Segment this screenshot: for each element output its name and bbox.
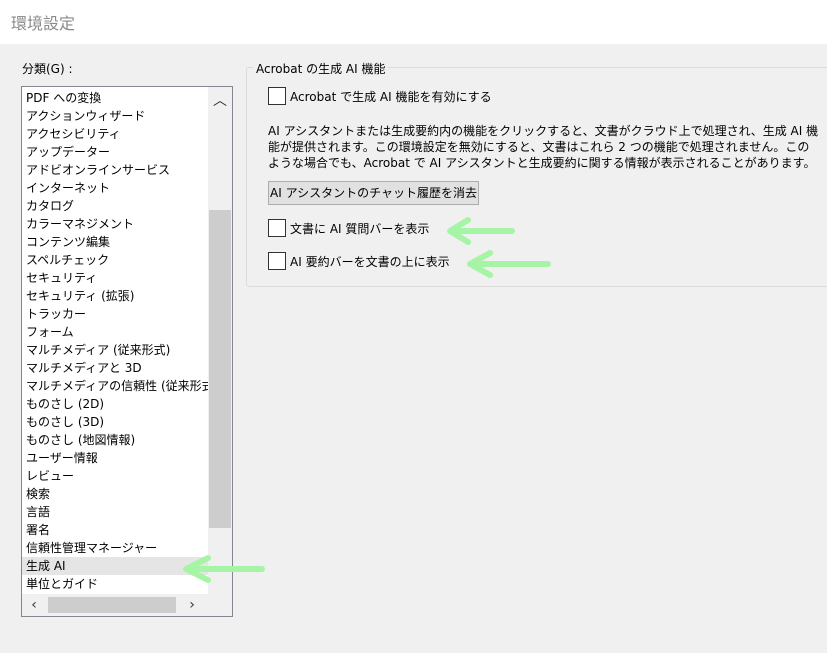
scroll-right-icon[interactable]: ›	[182, 594, 202, 616]
window-title: 環境設定	[11, 14, 76, 33]
enable-genai-checkbox[interactable]	[268, 87, 286, 105]
annotation-arrow-icon	[467, 250, 551, 278]
category-item[interactable]: アドビオンラインサービス	[22, 161, 208, 179]
question-bar-row[interactable]: 文書に AI 質問バーを表示	[268, 219, 429, 237]
category-item[interactable]: アクセシビリティ	[22, 125, 208, 143]
vertical-scroll-thumb[interactable]	[209, 210, 231, 528]
annotation-arrow-icon	[183, 555, 265, 583]
vertical-scrollbar[interactable]: ︿ ﹀	[208, 87, 232, 595]
enable-genai-row[interactable]: Acrobat で生成 AI 機能を有効にする	[268, 87, 492, 105]
horizontal-scrollbar[interactable]: ‹ ›	[22, 594, 208, 616]
category-label: 分類(G) :	[22, 62, 73, 76]
category-list: PDF への変換 アクションウィザード アクセシビリティ アップデーター アドビオンライ…	[22, 89, 218, 593]
category-listbox[interactable]: PDF への変換 アクションウィザード アクセシビリティ アップデーター アドビオンライ…	[21, 86, 233, 617]
group-title: Acrobat の生成 AI 機能	[253, 60, 389, 77]
category-item[interactable]: アクションウィザード	[22, 107, 208, 125]
category-item[interactable]: レビュー	[22, 467, 208, 485]
category-item[interactable]: カラーマネジメント	[22, 215, 208, 233]
horizontal-scroll-thumb[interactable]	[48, 597, 176, 613]
scroll-left-icon[interactable]: ‹	[24, 594, 44, 616]
summary-bar-row[interactable]: AI 要約バーを文書の上に表示	[268, 252, 450, 270]
category-item[interactable]: ものさし (地図情報)	[22, 431, 208, 449]
category-item[interactable]: セキュリティ (拡張)	[22, 287, 208, 305]
summary-bar-label[interactable]: AI 要約バーを文書の上に表示	[290, 253, 450, 270]
enable-genai-label[interactable]: Acrobat で生成 AI 機能を有効にする	[290, 88, 492, 105]
question-bar-label[interactable]: 文書に AI 質問バーを表示	[290, 220, 429, 237]
category-item[interactable]: マルチメディアと 3D	[22, 359, 208, 377]
category-item[interactable]: インターネット	[22, 179, 208, 197]
category-item[interactable]: ものさし (3D)	[22, 413, 208, 431]
category-item[interactable]: カタログ	[22, 197, 208, 215]
category-item[interactable]: 署名	[22, 521, 208, 539]
category-item[interactable]: マルチメディア (従来形式)	[22, 341, 208, 359]
question-bar-checkbox[interactable]	[268, 219, 286, 237]
category-item[interactable]: 検索	[22, 485, 208, 503]
scrollbar-corner	[208, 594, 232, 616]
category-item[interactable]: アップデーター	[22, 143, 208, 161]
category-item[interactable]: マルチメディアの信頼性 (従来形式)	[22, 377, 218, 395]
category-item[interactable]: トラッカー	[22, 305, 208, 323]
category-item[interactable]: 言語	[22, 503, 208, 521]
category-item[interactable]: セキュリティ	[22, 269, 208, 287]
clear-chat-history-button[interactable]: AI アシスタントのチャット履歴を消去	[268, 181, 479, 205]
category-item[interactable]: ユーザー情報	[22, 449, 208, 467]
description-text: AI アシスタントまたは生成要約内の機能をクリックすると、文書がクラウド上で処理…	[268, 124, 819, 170]
annotation-arrow-icon	[447, 217, 515, 245]
category-item[interactable]: ものさし (2D)	[22, 395, 208, 413]
scroll-up-icon[interactable]: ︿	[208, 91, 232, 111]
title-bar: 環境設定	[0, 0, 827, 44]
category-item[interactable]: コンテンツ編集	[22, 233, 208, 251]
category-item[interactable]: PDF への変換	[22, 89, 208, 107]
category-item[interactable]: フォーム	[22, 323, 208, 341]
summary-bar-checkbox[interactable]	[268, 252, 286, 270]
category-item[interactable]: スペルチェック	[22, 251, 208, 269]
